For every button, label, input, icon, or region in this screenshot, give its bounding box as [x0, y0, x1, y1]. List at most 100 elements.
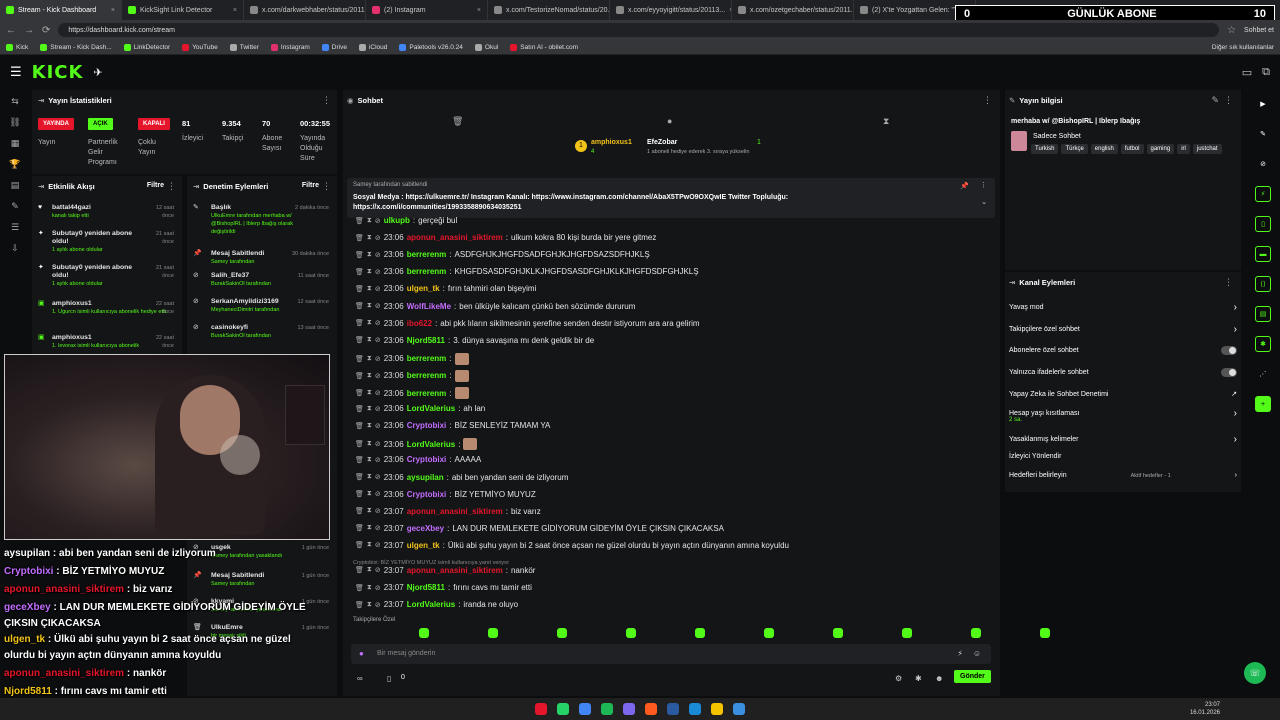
trash-icon[interactable]: 🗑: [355, 584, 364, 592]
menu-icon[interactable]: ☰: [10, 64, 22, 80]
channel-action-8[interactable]: Hedefleri belirleyin Aktif hedefler - 1 ›: [1009, 472, 1237, 479]
info-more-icon[interactable]: ⋮: [1224, 95, 1233, 106]
chat-bubble-icon-right[interactable]: ▬: [1255, 246, 1271, 262]
trash-icon[interactable]: 🗑: [355, 302, 364, 310]
other-bookmarks[interactable]: Diğer sık kullanılanlar: [1212, 44, 1274, 51]
trash-icon[interactable]: 🗑: [355, 490, 364, 498]
chevron-right-icon[interactable]: ›: [1234, 408, 1237, 419]
ban-icon[interactable]: ⊘: [375, 507, 381, 515]
ban-icon[interactable]: ⊘: [375, 584, 381, 592]
taskbar-app-icon[interactable]: [667, 703, 679, 715]
emote-icon[interactable]: [764, 628, 774, 638]
url-input[interactable]: https://dashboard.kick.com/stream: [58, 23, 1220, 37]
activity-filter-button[interactable]: Filtre: [147, 182, 164, 189]
bookmark-item[interactable]: Twitter: [229, 43, 259, 51]
block-icon[interactable]: ⊘: [1255, 156, 1271, 172]
chevron-right-icon[interactable]: ›: [1234, 302, 1237, 313]
timeout-icon[interactable]: ⧗: [367, 251, 372, 259]
trash-icon[interactable]: 🗑: [355, 355, 364, 363]
close-icon[interactable]: ×: [111, 7, 115, 14]
bookmark-item[interactable]: YouTube: [182, 43, 218, 51]
timeout-icon[interactable]: ⧗: [367, 268, 372, 276]
code-icon[interactable]: ⟨⟩: [1255, 276, 1271, 292]
emote-icon[interactable]: [833, 628, 843, 638]
timeout-icon[interactable]: ⧗: [367, 405, 372, 413]
mod-filter-button[interactable]: Filtre: [302, 182, 319, 189]
chat-more-icon[interactable]: ⋮: [983, 95, 992, 106]
timeout-icon[interactable]: ⧗: [367, 440, 372, 448]
ban-icon[interactable]: ⊘: [375, 355, 381, 363]
chat-input-box[interactable]: ● Bir mesaj gönderin ⚡ ☺: [351, 644, 991, 664]
taskbar-app-icon[interactable]: [711, 703, 723, 715]
ban-icon[interactable]: ⊘: [375, 524, 381, 532]
trash-icon[interactable]: 🗑: [452, 116, 463, 127]
emote-icon[interactable]: [488, 628, 498, 638]
timeout-icon[interactable]: ⧗: [367, 490, 372, 498]
timeout-icon[interactable]: ⧗: [367, 336, 372, 344]
emote-icon[interactable]: [557, 628, 567, 638]
message-user[interactable]: ulgen_tk: [407, 541, 440, 550]
message-user[interactable]: LordValerius: [407, 440, 455, 449]
trash-icon[interactable]: 🗑: [355, 507, 364, 515]
emote-icon[interactable]: [695, 628, 705, 638]
message-user[interactable]: Cryptobixi: [407, 455, 447, 464]
support-chat-icon[interactable]: ☏: [1244, 662, 1266, 684]
message-user[interactable]: berrerenm: [407, 250, 447, 259]
trash-icon[interactable]: 🗑: [355, 473, 364, 481]
message-user[interactable]: WolfLikeMe: [407, 302, 451, 311]
emote-icon[interactable]: [1040, 628, 1050, 638]
browser-tab[interactable]: (2) Instagram ×: [366, 0, 488, 20]
doc-icon[interactable]: ▯: [1255, 216, 1271, 232]
timeout-icon[interactable]: ⧗: [367, 234, 372, 242]
bookmark-item[interactable]: iCloud: [358, 43, 387, 51]
ban-icon[interactable]: ⊘: [375, 251, 381, 259]
chat-icon[interactable]: ●: [667, 116, 672, 126]
pin-icon-small[interactable]: 📌: [960, 182, 969, 190]
bookmark-item[interactable]: Paletools v26.0.24: [399, 43, 463, 51]
channel-action-1[interactable]: Takipçilere özel sohbet ›: [1009, 324, 1237, 335]
timeout-icon[interactable]: ⧗: [367, 319, 372, 327]
ban-icon[interactable]: ⊘: [375, 440, 381, 448]
taskbar-app-icon[interactable]: [601, 703, 613, 715]
hourglass-icon[interactable]: ⧗: [883, 116, 889, 127]
forward-icon[interactable]: →: [24, 25, 34, 36]
taskbar-app-icon[interactable]: [645, 703, 657, 715]
trash-icon[interactable]: 🗑: [355, 251, 364, 259]
trash-icon[interactable]: 🗑: [355, 440, 364, 448]
chevron-right-icon[interactable]: ›: [1234, 324, 1237, 335]
tag-chip[interactable]: english: [1090, 144, 1118, 154]
pencil-icon[interactable]: ✎: [1255, 126, 1271, 142]
slash-icon[interactable]: ⚡: [957, 649, 963, 658]
message-user[interactable]: berrerenm: [407, 267, 447, 276]
timeout-icon[interactable]: ⧗: [367, 456, 372, 464]
ban-icon[interactable]: ⊘: [375, 541, 381, 549]
more-icon[interactable]: ⋮: [322, 95, 331, 106]
browser-tab[interactable]: x.com/eyyoyigitt/status/20113...×: [610, 0, 732, 20]
message-user[interactable]: ibo622: [407, 319, 432, 328]
emote-icon[interactable]: [902, 628, 912, 638]
channel-action-6[interactable]: Yasaklanmış kelimeler ›: [1009, 434, 1237, 445]
timeout-icon[interactable]: ⧗: [367, 302, 372, 310]
taskbar-app-icon[interactable]: [623, 703, 635, 715]
ban-icon[interactable]: ⊘: [375, 302, 381, 310]
tag-chip[interactable]: Turkish: [1031, 144, 1059, 154]
share-icon[interactable]: ⋰: [1255, 366, 1271, 382]
actions-more-icon[interactable]: ⋮: [1224, 277, 1233, 288]
ban-icon[interactable]: ⊘: [375, 285, 381, 293]
message-user[interactable]: aponun_anasini_siktirem: [407, 507, 503, 516]
mic-icon[interactable]: ●: [359, 649, 364, 658]
trash-icon[interactable]: 🗑: [355, 285, 364, 293]
chevron-down-icon[interactable]: ⌄: [981, 198, 987, 206]
activity-more-icon[interactable]: ⋮: [167, 181, 176, 192]
add-icon[interactable]: +: [1255, 396, 1271, 412]
ban-icon[interactable]: ⊘: [375, 601, 381, 609]
home-icon[interactable]: ⇆: [11, 96, 19, 107]
message-user[interactable]: Njord5811: [407, 583, 445, 592]
ban-icon[interactable]: ⊘: [375, 234, 381, 242]
tag-chip[interactable]: futbol: [1120, 144, 1144, 154]
browser-tab[interactable]: x.com/TestorizeNomad/status/20...×: [488, 0, 610, 20]
reload-icon[interactable]: ⟳: [42, 25, 50, 36]
tag-chip[interactable]: gaming: [1146, 144, 1175, 154]
message-user[interactable]: Cryptobixi: [407, 421, 447, 430]
timeout-icon[interactable]: ⧗: [367, 355, 372, 363]
